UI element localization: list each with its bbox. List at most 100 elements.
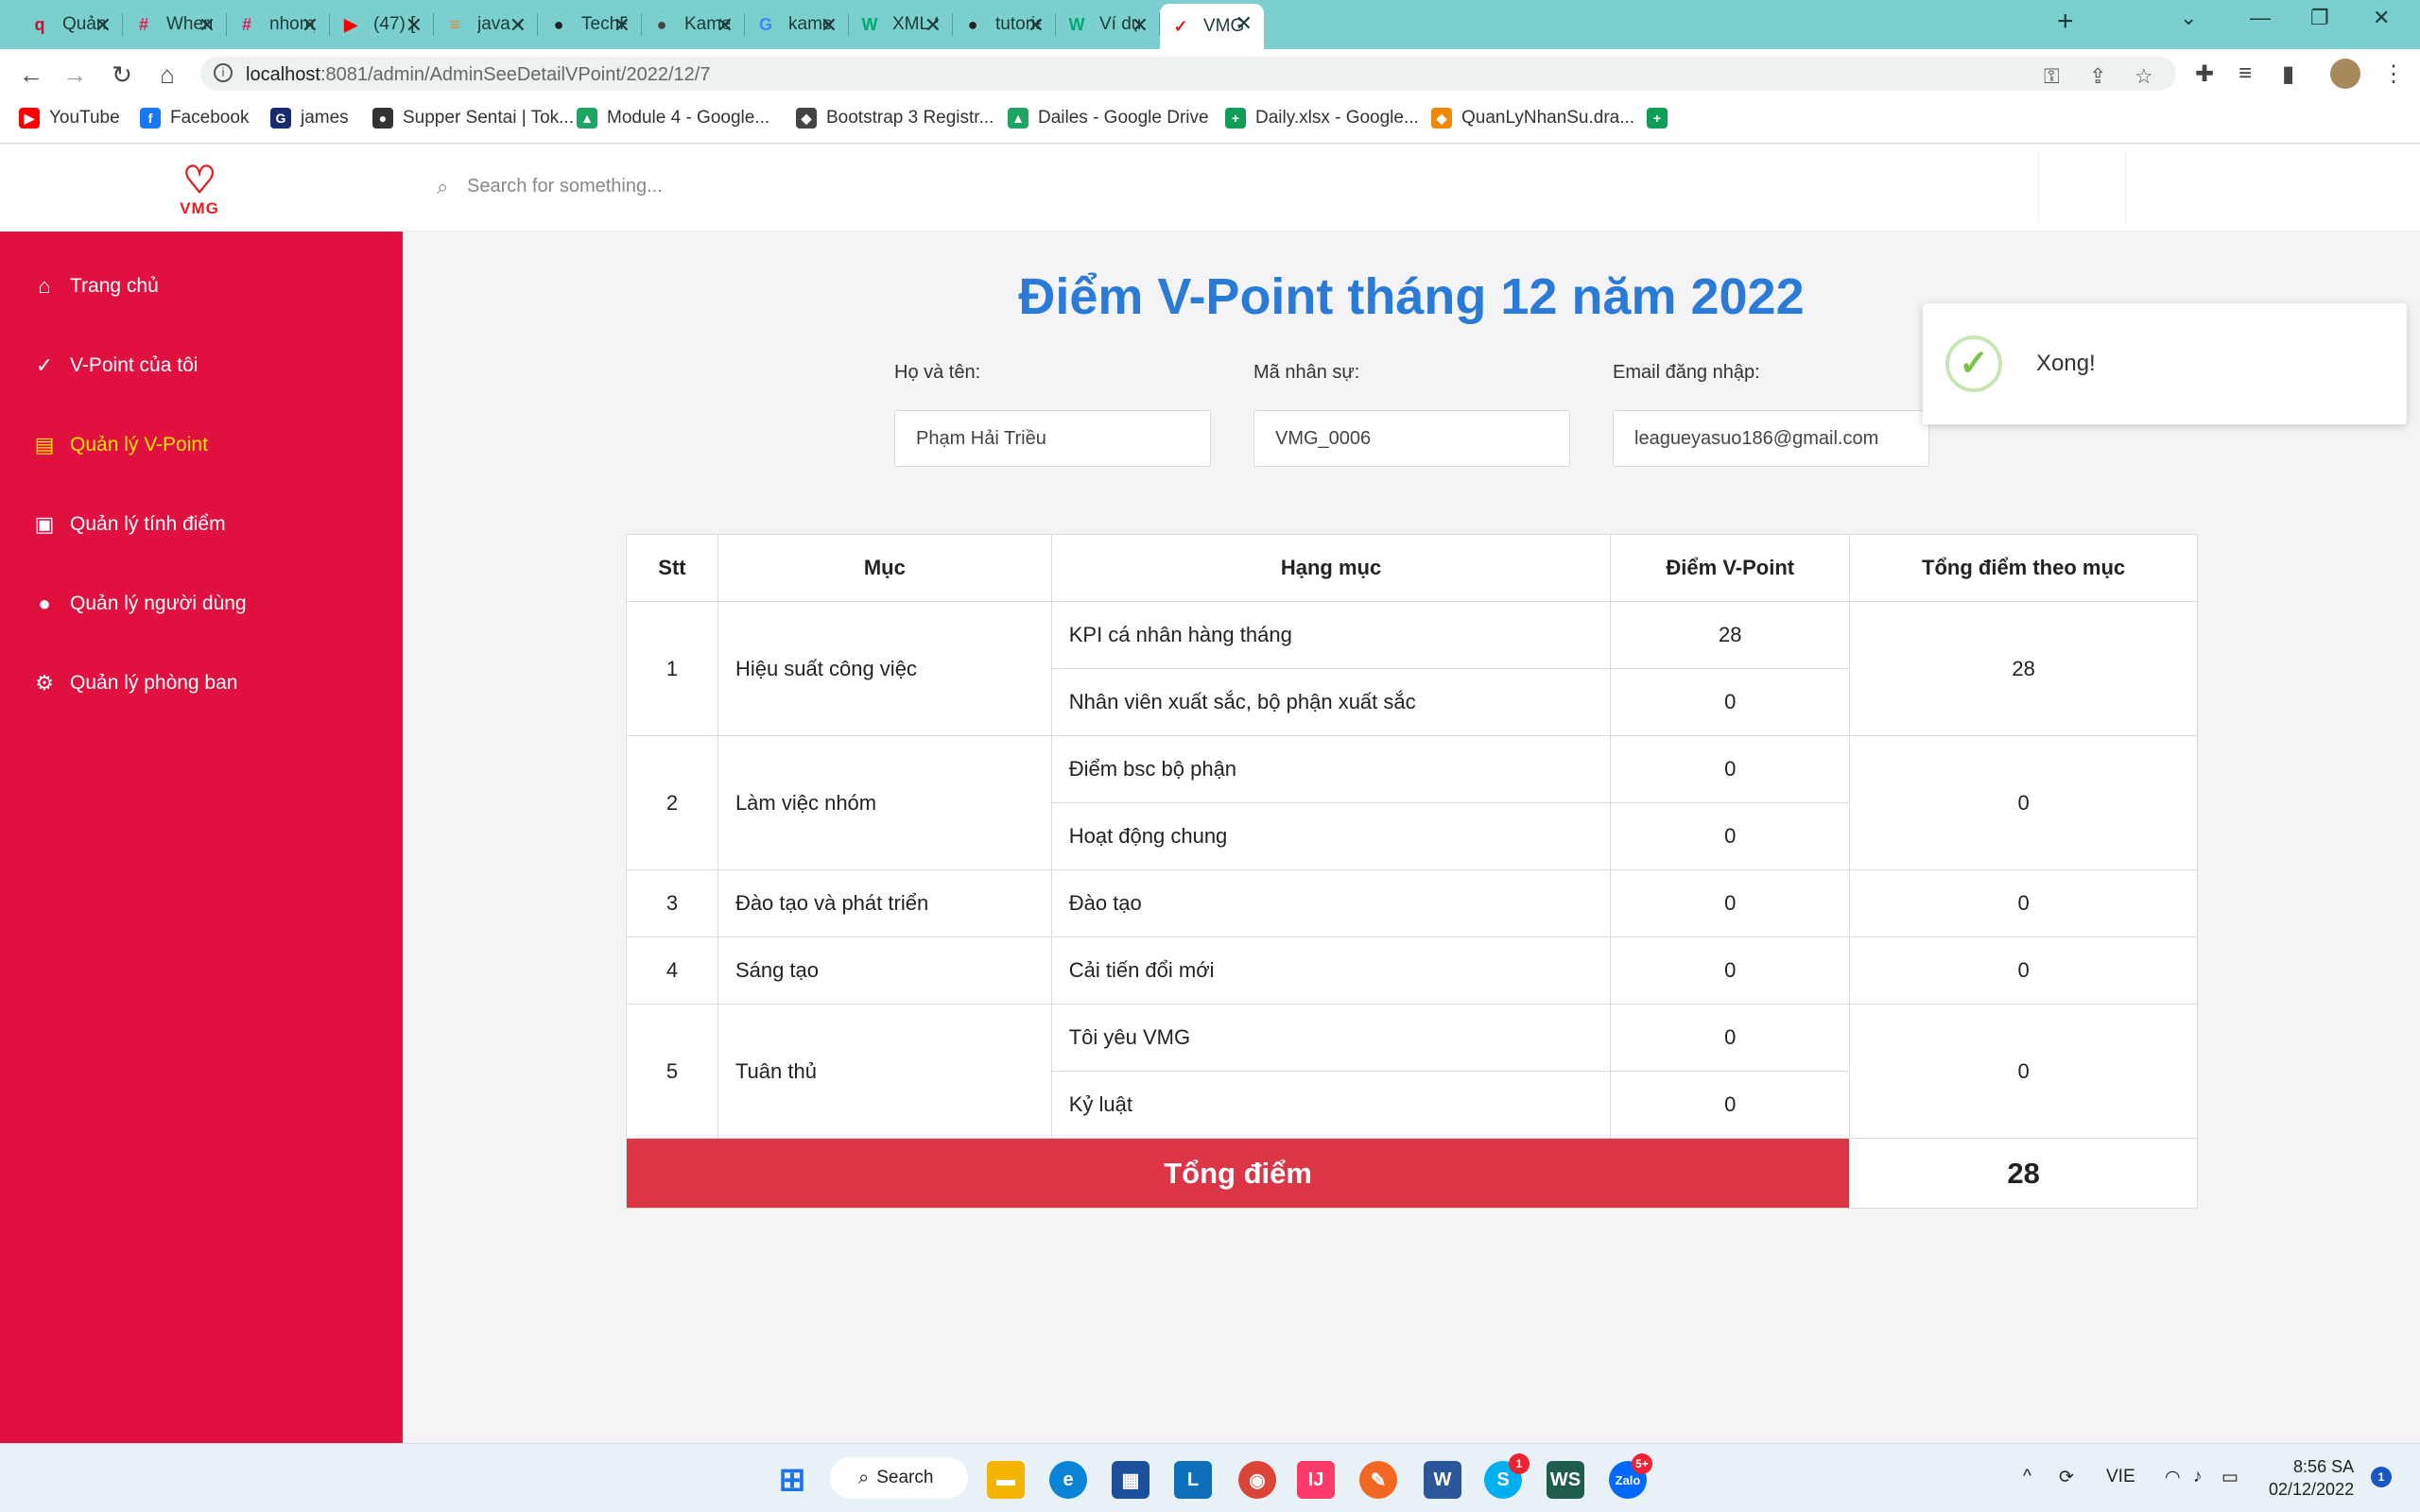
tab-close-icon[interactable]: ✕ xyxy=(821,13,838,38)
bookmark-item[interactable]: ◆ Bootstrap 3 Registr... xyxy=(796,108,994,129)
minimize-icon[interactable]: — xyxy=(2250,6,2271,30)
login-email-input[interactable]: leagueyasuo186@gmail.com xyxy=(1613,410,1929,467)
browser-tab[interactable]: WVí dụ lược✕ xyxy=(1056,6,1160,43)
tab-close-icon[interactable]: ✕ xyxy=(406,13,423,38)
intellij-icon[interactable]: IJ xyxy=(1297,1461,1335,1499)
notification-count-badge[interactable]: 1 xyxy=(2371,1467,2392,1487)
nav-my-vpoint[interactable]: ✓ V-Point của tôi xyxy=(0,337,403,394)
windows-taskbar: ⊞ ⌕ Search ▬ e ▦ L ◉ IJ ✎ W S 1 WS Zalo … xyxy=(0,1443,2420,1512)
key-icon[interactable]: ⚿ xyxy=(2044,64,2060,89)
bookmark-item[interactable]: f Facebook xyxy=(140,108,249,129)
browser-tab[interactable]: ✓VMG Point✕ xyxy=(1160,4,1264,49)
webstorm-icon[interactable]: WS xyxy=(1547,1461,1584,1499)
browser-tab[interactable]: #nhom_1-q✕ xyxy=(226,6,330,43)
tab-close-icon[interactable]: ✕ xyxy=(1028,13,1045,38)
home-icon: ⌂ xyxy=(38,274,51,298)
wifi-icon[interactable]: ◠ xyxy=(2165,1467,2181,1488)
new-tab-button[interactable]: + xyxy=(2057,6,2074,38)
vmg-logo[interactable]: ♡ VMG xyxy=(166,162,233,220)
cell-category-total: 0 xyxy=(1849,735,2198,870)
taskbar-search[interactable]: ⌕ Search xyxy=(830,1457,968,1499)
nav-manage-vpoint[interactable]: ▤ Quản lý V-Point xyxy=(0,417,403,473)
volume-icon[interactable]: ♪ xyxy=(2193,1467,2203,1487)
bookmark-item[interactable]: + Daily.xlsx - Google... xyxy=(1225,108,1419,129)
nav-manage-departments[interactable]: ⚙ Quản lý phòng ban xyxy=(0,655,403,712)
show-hidden-icons-chevron-icon[interactable]: ^ xyxy=(2023,1467,2031,1487)
share-icon[interactable]: ⇪ xyxy=(2089,64,2106,89)
system-clock[interactable]: 8:56 SA 02/12/2022 xyxy=(2269,1455,2354,1501)
start-button-icon[interactable]: ⊞ xyxy=(773,1461,811,1499)
media-control-icon[interactable]: ≡ xyxy=(2238,60,2252,87)
address-bar[interactable]: i localhost:8081/admin/AdminSeeDetailVPo… xyxy=(200,57,2176,91)
nav-manage-scoring[interactable]: ▣ Quản lý tính điểm xyxy=(0,496,403,553)
tab-close-icon[interactable]: ✕ xyxy=(199,13,216,38)
tab-search-chevron-icon[interactable]: ⌄ xyxy=(2180,6,2197,30)
tab-close-icon[interactable]: ✕ xyxy=(614,13,631,38)
bookmark-item[interactable]: ▶ YouTube xyxy=(19,108,120,129)
tab-close-icon[interactable]: ✕ xyxy=(717,13,734,38)
total-value: 28 xyxy=(1849,1138,2198,1209)
profile-avatar[interactable] xyxy=(2330,59,2360,89)
browser-tab[interactable]: ▶ (47) [✕ xyxy=(330,6,434,43)
bookmark-item[interactable]: ◆ QuanLyNhanSu.dra... xyxy=(1431,108,1634,129)
l-app-icon[interactable]: L xyxy=(1174,1461,1212,1499)
tab-close-icon[interactable]: ✕ xyxy=(95,13,112,38)
cell-category-total: 0 xyxy=(1849,869,2198,937)
browser-tab[interactable]: qQuản lý đi✕ xyxy=(19,6,123,43)
search-input[interactable] xyxy=(467,169,1318,203)
bookmark-item[interactable]: ▲ Dailes - Google Drive xyxy=(1008,108,1209,129)
language-indicator[interactable]: VIE xyxy=(2106,1467,2135,1487)
cell-category-total: 28 xyxy=(1849,601,2198,736)
bookmark-item[interactable]: ● Supper Sentai | Tok... xyxy=(372,108,574,129)
browser-tab[interactable]: ●TechPrime✕ xyxy=(538,6,642,43)
reload-icon[interactable]: ↻ xyxy=(108,60,136,90)
tab-close-icon[interactable]: ✕ xyxy=(925,13,942,38)
browser-menu-icon[interactable]: ⋮ xyxy=(2382,60,2405,88)
store-icon[interactable]: ▦ xyxy=(1112,1461,1150,1499)
employee-id-field: Mã nhân sự: VMG_0006 xyxy=(1253,362,1570,467)
tab-favicon-icon: ✓ xyxy=(1173,16,1188,36)
forward-icon[interactable]: → xyxy=(60,60,89,90)
tab-favicon-icon: ▶ xyxy=(344,14,357,34)
nav-home[interactable]: ⌂ Trang chủ xyxy=(0,258,403,315)
file-explorer-icon[interactable]: ▬ xyxy=(987,1461,1025,1499)
bookmark-star-icon[interactable]: ☆ xyxy=(2135,64,2153,89)
battery-icon[interactable]: ▭ xyxy=(2221,1467,2238,1488)
bookmark-item[interactable]: ▲ Module 4 - Google... xyxy=(577,108,769,129)
browser-tab[interactable]: Gkamen ridi✕ xyxy=(745,6,849,43)
table-row: 5 Tuân thủ Tôi yêu VMG 0 0 xyxy=(626,1004,2198,1139)
cell-stt: 2 xyxy=(626,735,718,870)
employee-id-input[interactable]: VMG_0006 xyxy=(1253,410,1570,467)
side-panel-icon[interactable]: ▮ xyxy=(2282,60,2294,88)
cell-category: Tuân thủ xyxy=(717,1004,1052,1139)
full-name-input[interactable]: Phạm Hải Triều xyxy=(894,410,1211,467)
browser-tab[interactable]: ●Kamen Ric✕ xyxy=(641,6,745,43)
bookmark-item[interactable]: + xyxy=(1647,108,1677,129)
sync-icon[interactable]: ⟳ xyxy=(2059,1467,2074,1488)
tab-close-icon[interactable]: ✕ xyxy=(302,13,319,38)
extensions-icon[interactable]: ✚ xyxy=(2195,60,2214,88)
word-icon[interactable]: W xyxy=(1424,1461,1461,1499)
success-toast[interactable]: ✓ Xong! xyxy=(1923,303,2407,424)
bookmark-favicon-icon: ◆ xyxy=(796,108,817,129)
home-icon[interactable]: ⌂ xyxy=(153,60,182,90)
tab-close-icon[interactable]: ✕ xyxy=(1132,13,1149,38)
browser-tab[interactable]: #Where wo✕ xyxy=(123,6,227,43)
nav-manage-users[interactable]: ● Quản lý người dùng xyxy=(0,576,403,632)
chrome-icon[interactable]: ◉ xyxy=(1238,1461,1276,1499)
site-info-icon[interactable]: i xyxy=(214,63,233,82)
browser-tab[interactable]: ●tutorials/s✕ xyxy=(952,6,1056,43)
tab-close-icon[interactable]: ✕ xyxy=(510,13,527,38)
full-name-label: Họ và tên: xyxy=(894,362,981,383)
back-icon[interactable]: ← xyxy=(17,60,45,90)
restore-icon[interactable]: ❐ xyxy=(2310,6,2329,30)
window-close-icon[interactable]: ✕ xyxy=(2373,6,2390,30)
postman-icon[interactable]: ✎ xyxy=(1359,1461,1397,1499)
table-row: 4 Sáng tạo Cải tiến đổi mới 0 0 xyxy=(626,936,2198,1005)
browser-tab[interactable]: WXML Schei✕ xyxy=(849,6,953,43)
tab-close-icon[interactable]: ✕ xyxy=(1236,11,1253,36)
browser-tab[interactable]: ≡java - SOA✕ xyxy=(434,6,538,43)
edge-icon[interactable]: e xyxy=(1049,1461,1087,1499)
address-url[interactable]: localhost:8081/admin/AdminSeeDetailVPoin… xyxy=(246,64,710,86)
bookmark-item[interactable]: Gjames xyxy=(270,108,349,129)
